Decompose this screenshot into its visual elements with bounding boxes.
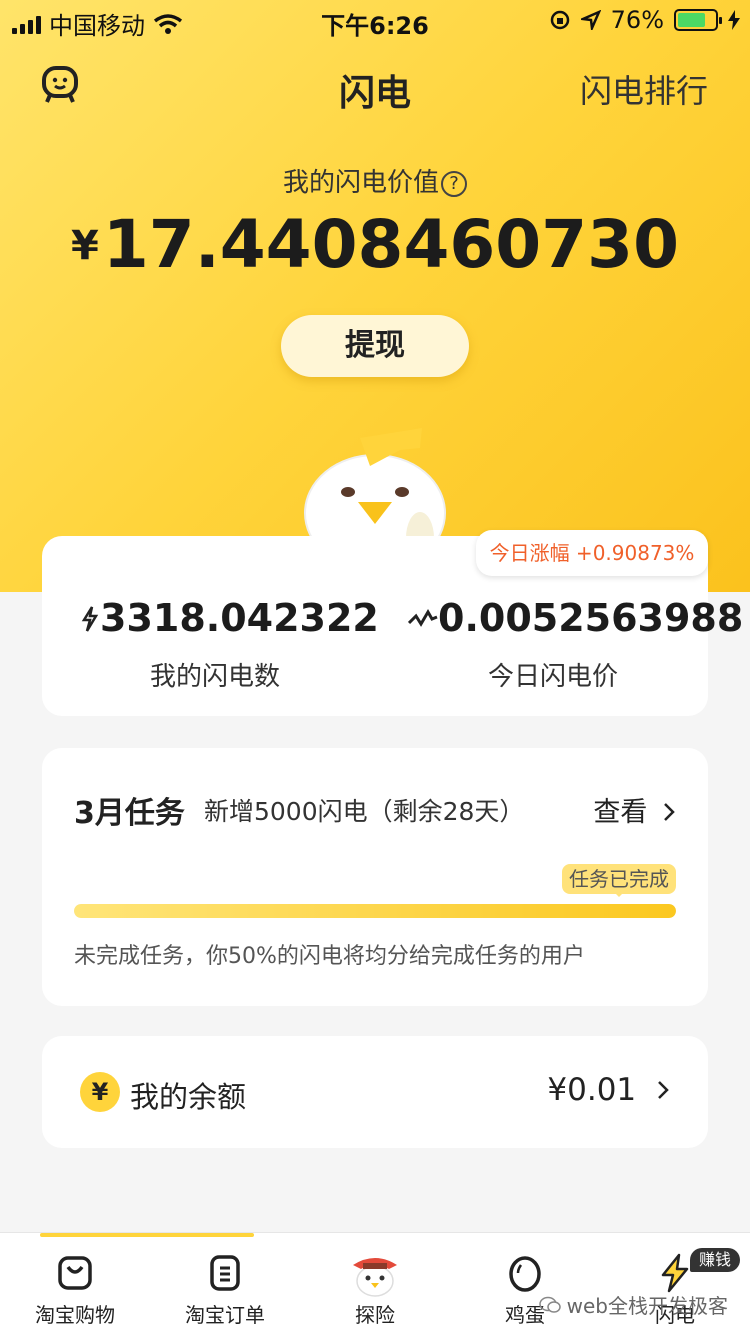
tab-label: 淘宝订单 [185,1303,265,1327]
balance-value: ¥0.01 [547,1072,637,1108]
balance-label: 我的余额 [130,1080,247,1114]
status-bar: 中国移动 下午6:26 76% [0,0,750,40]
balance-value-row[interactable]: ¥0.01 [547,1072,670,1108]
task-description: 新增5000闪电（剩余28天） [204,797,525,826]
help-icon[interactable]: ? [441,171,467,197]
earn-badge: 赚钱 [690,1248,740,1272]
lightning-price-row: 0.0052563988 [407,596,743,640]
today-rise-badge: 今日涨幅 +0.90873% [476,530,708,576]
tab-label: 淘宝购物 [35,1303,115,1327]
value-label: 我的闪电价值? [0,162,750,199]
charging-icon [728,10,740,30]
orientation-lock-icon [550,10,569,30]
lightning-count-stat: 3318.042322 我的闪电数 [80,596,379,693]
tab-taobao-shopping[interactable]: 淘宝购物 [0,1253,150,1328]
value-amount: ¥17.4408460730 [0,206,750,283]
lightning-icon [661,1253,689,1293]
chevron-right-icon [664,803,675,821]
lightning-price: 0.0052563988 [438,596,744,640]
balance-chevron-icon [658,1081,669,1099]
tab-explore[interactable]: 探险 [300,1253,450,1328]
battery-percent: 76% [610,6,664,34]
nav-bar: 闪电 闪电排行 [0,60,750,114]
tab-indicator [40,1233,254,1237]
withdraw-button[interactable]: 提现 [281,315,469,377]
task-title: 3月任务 [74,796,185,831]
lightning-price-label: 今日闪电价 [487,662,618,692]
order-icon [210,1255,240,1291]
currency-symbol: ¥ [71,223,99,269]
bag-icon [58,1256,92,1290]
value-label-text: 我的闪电价值 [282,168,439,198]
lightning-small-icon [81,606,99,632]
view-task-link[interactable]: 查看 [593,790,676,829]
location-icon [580,10,601,30]
view-task-label: 查看 [593,797,648,828]
task-note: 未完成任务，你50%的闪电将均分给完成任务的用户 [74,944,585,969]
task-progress-fill [74,904,676,918]
tab-taobao-orders[interactable]: 淘宝订单 [150,1253,300,1328]
egg-icon [509,1256,541,1292]
value-number: 17.4408460730 [102,206,679,283]
task-progress-bar [74,904,676,918]
lightning-count-row: 3318.042322 [80,596,379,640]
task-done-tag: 任务已完成 [562,864,676,897]
yen-coin-icon: ¥ [80,1072,120,1112]
lightning-count-label: 我的闪电数 [149,662,280,692]
watermark: web全栈开发极客 [538,1290,728,1319]
rank-link[interactable]: 闪电排行 [580,66,708,112]
trend-icon [407,609,438,627]
lightning-price-stat: 0.0052563988 今日闪电价 [407,596,743,693]
tab-label: 探险 [355,1303,395,1327]
watermark-text: web全栈开发极客 [566,1294,728,1318]
chick-hat-icon [353,1258,397,1297]
status-right: 76% [549,6,740,34]
wechat-icon [538,1296,561,1313]
battery-fill [678,13,706,27]
lightning-count: 3318.042322 [100,596,379,640]
battery-icon [674,9,722,31]
